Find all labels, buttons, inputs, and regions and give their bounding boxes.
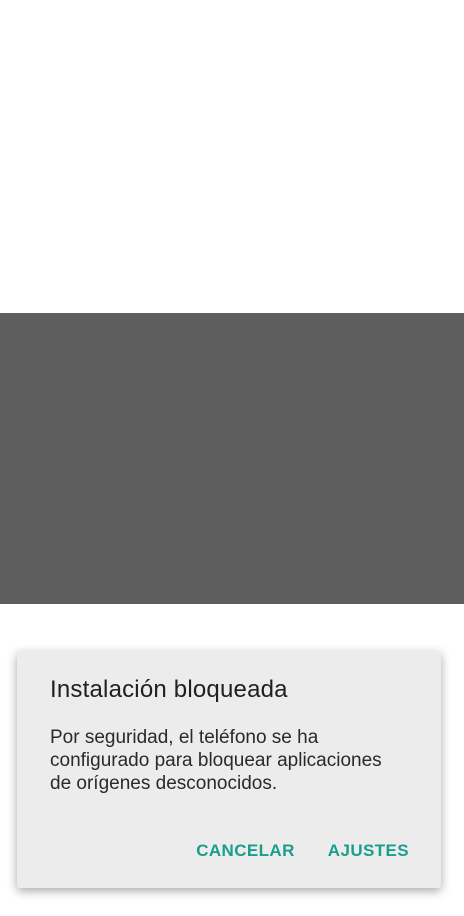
cancel-button[interactable]: CANCELAR — [196, 839, 295, 863]
dialog-scrim[interactable]: Instalación bloqueada Por seguridad, el … — [0, 313, 464, 888]
dialog-title: Instalación bloqueada — [50, 676, 288, 703]
install-blocked-dialog: Instalación bloqueada Por seguridad, el … — [17, 651, 441, 888]
dialog-message: Por seguridad, el teléfono se ha configu… — [50, 727, 382, 794]
dialog-actions: CANCELAR AJUSTES — [196, 839, 409, 863]
settings-button[interactable]: AJUSTES — [328, 839, 409, 863]
screen: Instalación bloqueada Por seguridad, el … — [0, 0, 464, 916]
